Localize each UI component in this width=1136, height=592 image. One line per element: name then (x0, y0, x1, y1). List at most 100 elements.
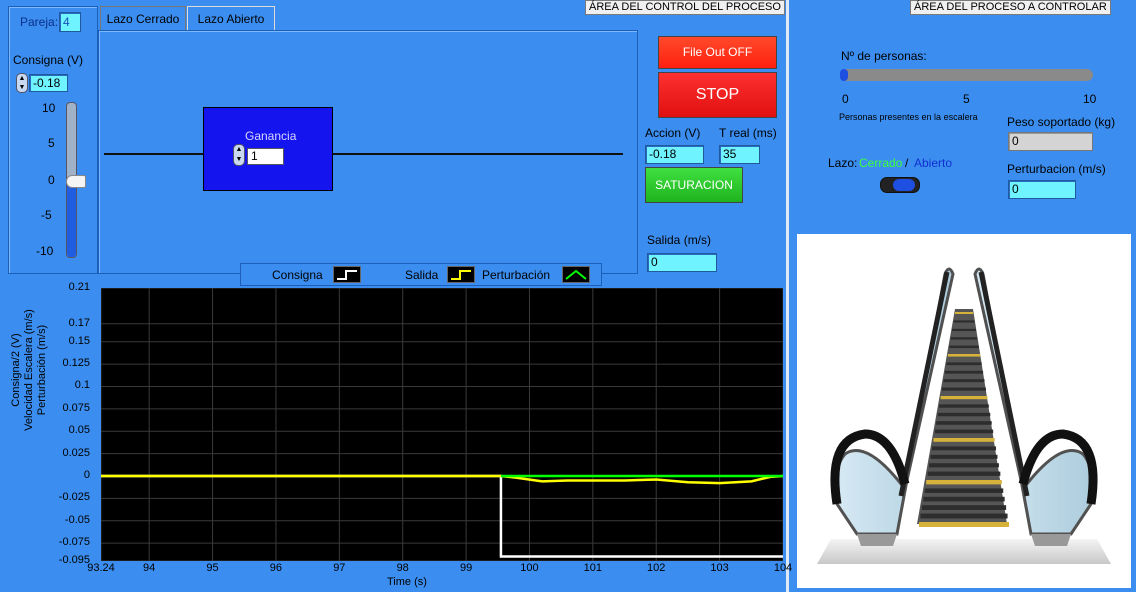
chart-x-tick-label: 103 (710, 562, 729, 574)
control-tab-panel (98, 30, 638, 274)
signal-line-right (333, 153, 623, 155)
chart-y-tick-label: -0.05 (64, 513, 90, 526)
loop-label: Lazo: (828, 156, 858, 170)
chart-x-tick-label: 102 (647, 562, 666, 574)
loop-separator: / (905, 156, 909, 170)
escalator-step (931, 446, 997, 451)
escalator-step (933, 438, 995, 442)
escalator-drawing (817, 267, 1111, 564)
chart-y-tick-label: 0.125 (62, 357, 90, 370)
chart-x-tick-label: 101 (583, 562, 603, 574)
chart-x-tick-label: 100 (520, 562, 539, 574)
escalator-step (934, 429, 994, 434)
weight-label: Peso soportado (kg) (1007, 115, 1116, 129)
setpoint-scale-neg10: -10 (36, 244, 54, 258)
tab-open-loop[interactable]: Lazo Abierto (187, 6, 275, 30)
persons-scale-10: 10 (1083, 92, 1097, 106)
legend-consigna-swatch (333, 266, 361, 283)
loop-toggle-knob (893, 179, 915, 191)
legend-salida-step-icon (451, 270, 471, 280)
escalator-step (943, 379, 985, 383)
signal-line-left (104, 153, 204, 155)
chart-x-tick-label: 99 (459, 562, 473, 574)
chart-x-tick-label: 97 (333, 562, 346, 574)
weight-field: 0 (1008, 132, 1093, 151)
chart-y-tick-label: 0.05 (68, 424, 90, 437)
setpoint-label: Consigna (V) (13, 53, 84, 67)
control-area-title: ÁREA DEL CONTROL DEL PROCESO (585, 0, 785, 15)
escalator-step (936, 421, 992, 425)
chart-y-tick-label: -0.075 (58, 536, 90, 549)
escalator-step (919, 522, 1009, 527)
chart-plot-area[interactable] (101, 288, 783, 561)
setpoint-field[interactable]: -0.18 (29, 74, 68, 92)
escalator-image (797, 234, 1131, 588)
escalator-step (923, 496, 1005, 502)
chart-x-tick-label: 94 (143, 562, 156, 574)
action-label: Accion (V) (645, 126, 701, 140)
persons-scale-0: 0 (842, 92, 849, 106)
treal-label: T real (ms) (719, 126, 777, 140)
chart-x-tick-label: 104 (773, 562, 793, 574)
stop-button[interactable]: STOP (658, 72, 777, 118)
disturbance-label: Perturbacion (m/s) (1007, 162, 1106, 176)
escalator-step (953, 320, 975, 323)
setpoint-scale-5: 5 (48, 136, 55, 150)
escalator-step (921, 505, 1007, 510)
escalator-step (937, 412, 991, 417)
chart-y-tick-label: 0.025 (62, 446, 90, 459)
legend-perturbacion-swatch (562, 266, 590, 283)
output-label: Salida (m/s) (647, 233, 712, 247)
escalator-step (940, 396, 988, 400)
chart-y-tick-label: -0.095 (58, 554, 90, 566)
escalator-step (924, 488, 1004, 493)
loop-open-label: Abierto (914, 156, 953, 170)
output-field: 0 (647, 253, 717, 272)
file-out-button[interactable]: File Out OFF (658, 36, 777, 69)
chart-y-tick-label: 0.1 (74, 379, 90, 392)
setpoint-scale-neg5: -5 (41, 208, 52, 222)
setpoint-scale-0: 0 (48, 173, 55, 187)
legend-salida-swatch (447, 266, 475, 283)
escalator-step (952, 328, 976, 332)
treal-field: 35 (719, 145, 760, 164)
persons-slider-fill (840, 69, 848, 81)
vertical-divider (786, 0, 789, 592)
gain-increment-icon[interactable]: ▲ ▼ (233, 144, 245, 166)
tab-closed-loop[interactable]: Lazo Cerrado (100, 6, 186, 30)
process-area-title: ÁREA DEL PROCESO A CONTROLAR (910, 0, 1111, 15)
disturbance-field[interactable]: 0 (1008, 180, 1076, 199)
setpoint-slider-thumb[interactable] (66, 175, 86, 189)
setpoint-increment-icon[interactable]: ▲ ▼ (16, 73, 28, 93)
action-field: -0.18 (645, 145, 704, 164)
chart-ylabel-line-2: Velocidad Escalera (m/s) (23, 309, 35, 431)
legend-consigna-label: Consigna (272, 268, 323, 282)
escalator-step (955, 312, 973, 314)
chart-background (101, 288, 783, 561)
chart-y-tick-label: -0.025 (58, 491, 90, 504)
chart-x-tick-label: 93.24 (87, 562, 115, 574)
escalator-step (950, 337, 978, 340)
escalator-step (947, 354, 981, 357)
legend-perturbacion-label: Perturbación (482, 268, 551, 282)
legend-perturbacion-ramp-icon (565, 269, 587, 280)
persons-slider-track[interactable] (840, 69, 1093, 81)
setpoint-slider-fill (67, 181, 76, 257)
chart-y-tick-label: 0.21 (68, 281, 90, 293)
chart-y-tick-label: 0.17 (68, 316, 90, 329)
legend-salida-label: Salida (405, 268, 439, 282)
saturation-indicator: SATURACION (645, 167, 743, 203)
loop-toggle-switch[interactable] (880, 177, 920, 193)
escalator-step (949, 345, 979, 349)
chart-ylabel-line-1: Consigna/2 (V) (10, 333, 22, 407)
persons-scale-5: 5 (963, 92, 970, 106)
chart-ylabel-line-3: Perturbación (m/s) (36, 324, 48, 416)
pair-field[interactable]: 4 (59, 12, 81, 32)
escalator-step (944, 370, 984, 374)
escalator-step (939, 404, 989, 408)
escalator-step (942, 387, 986, 391)
gain-field[interactable]: 1 (247, 148, 284, 165)
loop-closed-label: Cerrado (859, 156, 903, 170)
escalator-step (926, 480, 1002, 485)
escalator-step (920, 513, 1008, 519)
